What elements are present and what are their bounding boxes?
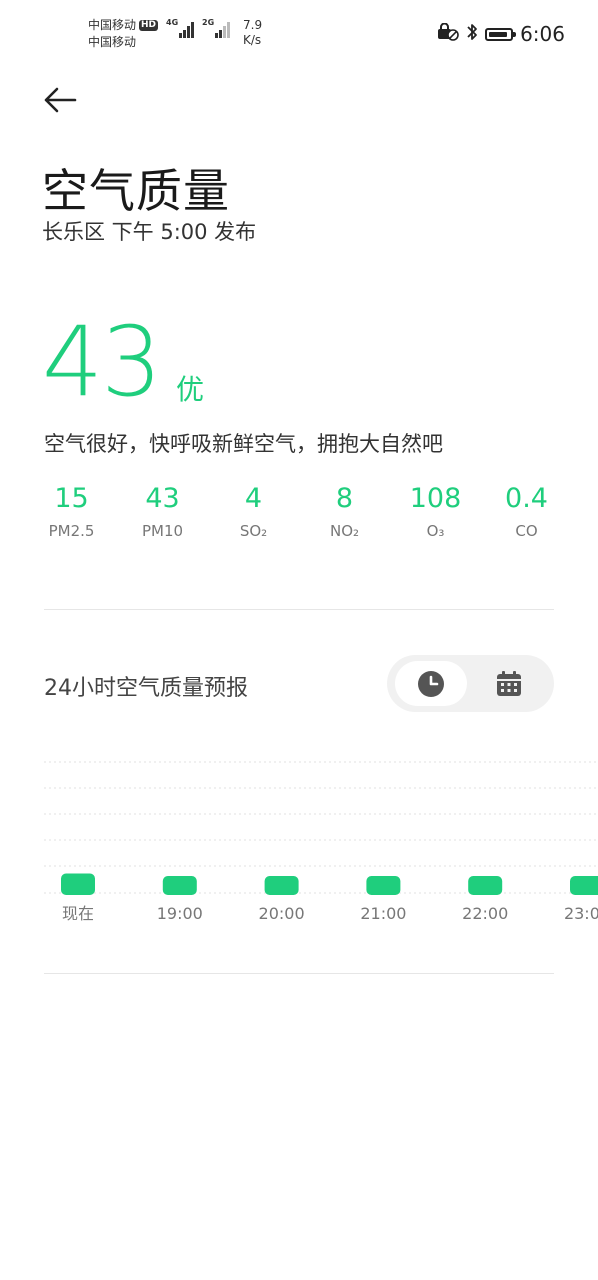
calendar-icon [497, 670, 521, 696]
chart-tick-label: 现在 [62, 904, 94, 923]
clock-icon [418, 670, 444, 697]
pollutant-value: 4 [244, 483, 263, 514]
status-bar: 中国移动 HD 中国移动 4G 2G 7.9 K/s 6:06 [0, 0, 598, 70]
pollutant-value: 15 [54, 483, 89, 514]
forecast-title: 24小时空气质量预报 [44, 676, 248, 701]
chart-tick-label: 21:00 [360, 904, 406, 923]
network-type-2: 2G [202, 18, 215, 27]
network-speed: 7.9 K/s [243, 18, 262, 48]
hourly-view-button[interactable] [395, 661, 467, 706]
pollutant-label: NO₂ [329, 522, 360, 540]
speed-value: 7.9 [243, 18, 263, 32]
sim-lock-icon [437, 22, 459, 45]
pollutant-list: 15 PM2.5 43 PM10 4 SO₂ 8 NO₂ 108 O₃ 0.4 … [26, 482, 572, 540]
pollutant-pm10: 43 PM10 [117, 482, 208, 540]
pollutant-value: 0.4 [505, 483, 548, 514]
pollutant-label: O₃ [426, 522, 445, 540]
divider-bottom [44, 973, 554, 974]
chart-bar [162, 876, 197, 895]
chart-bar [264, 876, 299, 895]
hd-badge: HD [139, 20, 159, 31]
back-button[interactable] [42, 84, 78, 116]
chart-bar [61, 873, 95, 895]
carrier-name-2: 中国移动 [88, 35, 137, 49]
signal-icon-1: 4G [166, 18, 194, 38]
pollutant-no2: 8 NO₂ [299, 482, 390, 540]
chart-tick-label: 22:00 [462, 904, 508, 923]
pollutant-pm25: 15 PM2.5 [26, 482, 117, 540]
page-title: 空气质量 [42, 164, 230, 218]
publish-info: 长乐区 下午 5:00 发布 [42, 220, 257, 244]
pollutant-value: 8 [335, 483, 354, 514]
battery-fill [489, 31, 508, 37]
chart-bar [366, 876, 401, 895]
signal-icon-2: 2G [202, 18, 232, 38]
aqi-value: 43 [42, 306, 162, 418]
network-type-1: 4G [166, 18, 179, 27]
pollutant-co: 0.4 CO [481, 482, 572, 540]
divider-top [44, 609, 554, 610]
pollutant-value: 43 [145, 483, 180, 514]
pollutant-label: PM2.5 [48, 522, 95, 540]
chart-tick-label: 23:00 [564, 904, 598, 923]
chart-bar [468, 876, 503, 895]
pollutant-label: SO₂ [239, 522, 268, 540]
chart-tick-label: 19:00 [157, 904, 203, 923]
back-arrow-icon [44, 87, 77, 113]
forecast-chart: 现在 19:00 20:00 21:00 22:00 23:00 [44, 761, 598, 923]
status-right: 6:06 [437, 22, 565, 46]
pollutant-label: CO [515, 522, 538, 540]
speed-unit: K/s [243, 33, 262, 47]
carrier-name-1: 中国移动 [88, 18, 137, 32]
forecast-view-toggle [387, 655, 554, 712]
pollutant-label: PM10 [141, 522, 184, 540]
carrier-info: 中国移动 HD 中国移动 [88, 17, 159, 51]
pollutant-o3: 108 O₃ [390, 482, 481, 540]
daily-view-button[interactable] [473, 661, 545, 706]
aqi-description: 空气很好，快呼吸新鲜空气，拥抱大自然吧 [44, 432, 443, 456]
aqi-level: 优 [176, 373, 205, 406]
pollutant-value: 108 [409, 483, 462, 514]
bluetooth-icon [466, 22, 478, 46]
battery-icon [485, 27, 517, 41]
signal-indicators: 4G 2G [166, 18, 232, 38]
pollutant-so2: 4 SO₂ [208, 482, 299, 540]
chart-tick-label: 20:00 [259, 904, 305, 923]
status-time: 6:06 [520, 22, 565, 46]
chart-bar [570, 876, 598, 895]
